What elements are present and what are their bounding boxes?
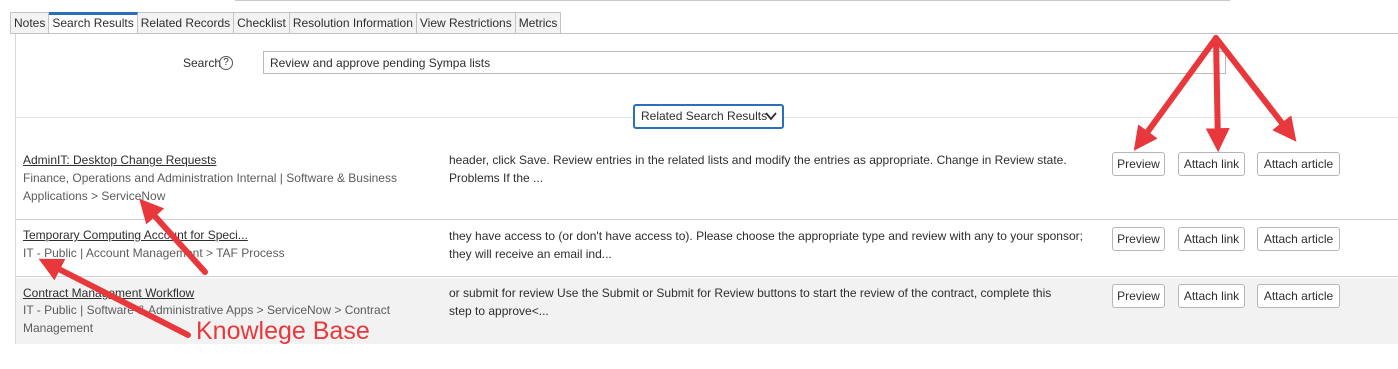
- arrow-to-attach-article: [1213, 35, 1297, 142]
- page: Notes Search Results Related Records Che…: [0, 0, 1398, 369]
- search-input[interactable]: [263, 51, 1226, 74]
- result-title-link[interactable]: Contract Management Workflow: [23, 286, 194, 300]
- preview-button[interactable]: Preview: [1112, 152, 1165, 176]
- result-snippet-line: they will receive an email ind...: [449, 247, 612, 261]
- related-search-results-label: Related Search Results: [641, 109, 768, 123]
- result-path: Finance, Operations and Administration I…: [23, 169, 423, 205]
- result-snippet: header, click Save. Review entries in th…: [449, 151, 1099, 187]
- related-search-results-toggle[interactable]: Related Search Results: [633, 104, 784, 129]
- attach-link-button[interactable]: Attach link: [1178, 284, 1245, 308]
- result-path-line: IT - Public | Account Management > TAF P…: [23, 246, 285, 260]
- tab-checklist[interactable]: Checklist: [234, 12, 290, 34]
- question-circle-icon[interactable]: ?: [219, 56, 233, 70]
- tab-search-results[interactable]: Search Results: [49, 12, 138, 34]
- tab-notes[interactable]: Notes: [10, 12, 50, 34]
- tab-bar: Notes Search Results Related Records Che…: [10, 12, 562, 34]
- result-title-link[interactable]: Temporary Computing Account for Speci...: [23, 228, 248, 242]
- result-snippet-line: or submit for review Use the Submit or S…: [449, 286, 1052, 300]
- chevron-down-icon: [765, 112, 777, 121]
- attach-link-button[interactable]: Attach link: [1178, 227, 1245, 251]
- top-divider: [235, 0, 1230, 1]
- result-snippet: or submit for review Use the Submit or S…: [449, 284, 1099, 320]
- result-snippet-line: Problems If the ...: [449, 171, 544, 185]
- result-row: AdminIT: Desktop Change Requests Finance…: [16, 140, 1398, 220]
- attach-link-button[interactable]: Attach link: [1178, 152, 1245, 176]
- result-snippet: they have access to (or don't have acces…: [449, 227, 1099, 263]
- result-snippet-line: header, click Save. Review entries in th…: [449, 153, 1067, 167]
- tab-resolution-information[interactable]: Resolution Information: [289, 12, 417, 34]
- result-snippet-line: they have access to (or don't have acces…: [449, 229, 1083, 243]
- result-row: Temporary Computing Account for Speci...…: [16, 221, 1398, 277]
- preview-button[interactable]: Preview: [1112, 284, 1165, 308]
- attach-article-button[interactable]: Attach article: [1257, 227, 1340, 251]
- tab-bar-divider: [10, 33, 1398, 34]
- preview-button[interactable]: Preview: [1112, 227, 1165, 251]
- knowledge-base-annotation: Knowlege Base: [196, 317, 370, 345]
- tab-metrics[interactable]: Metrics: [515, 12, 562, 34]
- attach-article-button[interactable]: Attach article: [1257, 152, 1340, 176]
- search-label: Search: [183, 56, 222, 70]
- tab-related-records[interactable]: Related Records: [137, 12, 235, 34]
- result-path-line: Applications > ServiceNow: [23, 189, 166, 203]
- result-path: IT - Public | Account Management > TAF P…: [23, 244, 423, 262]
- tab-view-restrictions[interactable]: View Restrictions: [416, 12, 516, 34]
- result-snippet-line: step to approve<...: [449, 304, 549, 318]
- attach-article-button[interactable]: Attach article: [1257, 284, 1340, 308]
- result-title-link[interactable]: AdminIT: Desktop Change Requests: [23, 153, 216, 167]
- result-path-line: Finance, Operations and Administration I…: [23, 171, 397, 185]
